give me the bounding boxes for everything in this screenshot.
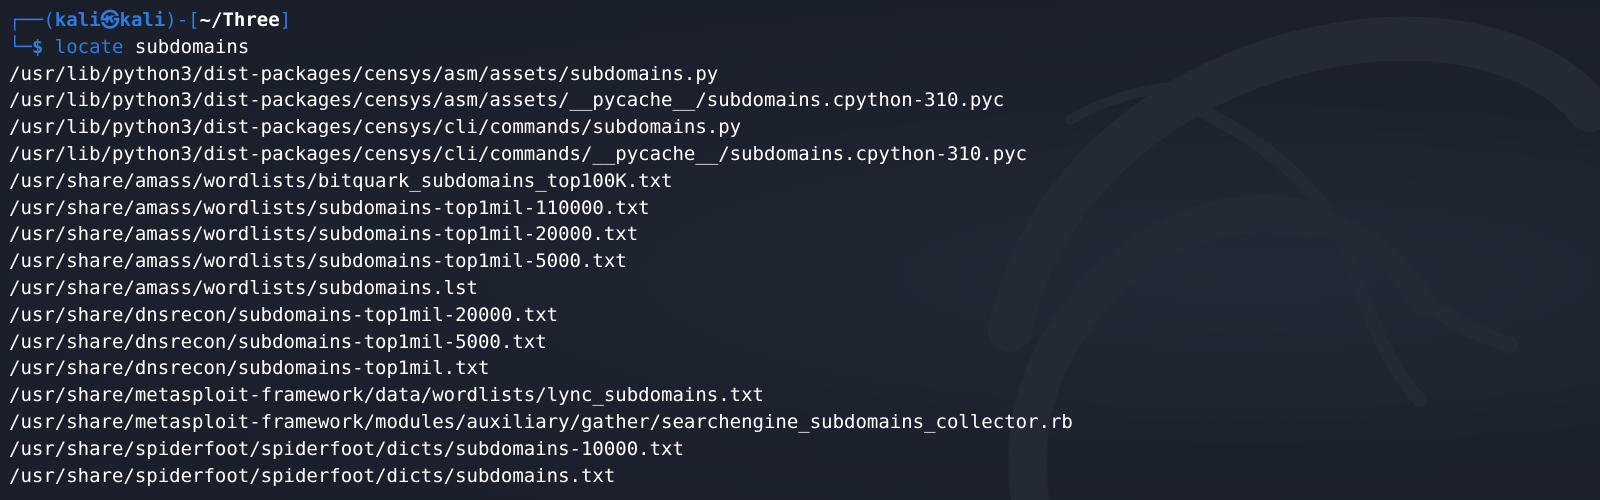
- output-line: /usr/lib/python3/dist-packages/censys/as…: [9, 62, 719, 85]
- output-line: /usr/share/amass/wordlists/subdomains-to…: [9, 223, 639, 246]
- prompt-line-command: └─$ locate subdomains: [9, 34, 1600, 61]
- prompt-line-top: ┌──(kali㉿kali)-[~/Three]: [9, 7, 1600, 34]
- terminal-window[interactable]: ┌──(kali㉿kali)-[~/Three] └─$ locate subd…: [0, 0, 1600, 500]
- output-line: /usr/share/amass/wordlists/subdomains-to…: [9, 250, 627, 273]
- prompt-frame-mid: )-[: [165, 9, 200, 31]
- output-line: /usr/lib/python3/dist-packages/censys/cl…: [9, 116, 742, 139]
- output-line: /usr/share/spiderfoot/spiderfoot/dicts/s…: [9, 437, 684, 460]
- prompt-frame-bottom: └─: [9, 35, 32, 58]
- output-line: /usr/share/dnsrecon/subdomains-top1mil-5…: [9, 330, 547, 353]
- output-line: /usr/lib/python3/dist-packages/censys/cl…: [9, 142, 1028, 165]
- prompt-frame-open: ┌──(: [9, 9, 55, 31]
- output-line: /usr/share/metasploit-framework/modules/…: [9, 410, 1073, 433]
- prompt-cwd: ~/Three: [199, 9, 280, 31]
- output-line: /usr/share/amass/wordlists/bitquark_subd…: [9, 169, 673, 192]
- output-line: /usr/share/dnsrecon/subdomains-top1mil.t…: [9, 357, 490, 380]
- output-line: /usr/share/amass/wordlists/subdomains.ls…: [9, 276, 478, 299]
- terminal-content: ┌──(kali㉿kali)-[~/Three] └─$ locate subd…: [9, 7, 1600, 489]
- command-argument: subdomains: [134, 35, 250, 58]
- prompt-frame-close: ]: [279, 9, 292, 31]
- output-line: /usr/share/metasploit-framework/data/wor…: [9, 384, 764, 407]
- prompt-user-host: kali㉿kali: [54, 9, 166, 31]
- output-line: /usr/lib/python3/dist-packages/censys/as…: [9, 89, 1005, 112]
- command-name: locate: [54, 35, 124, 58]
- output-line: /usr/share/spiderfoot/spiderfoot/dicts/s…: [9, 464, 616, 487]
- prompt-dollar: $: [31, 35, 44, 58]
- output-line: /usr/share/dnsrecon/subdomains-top1mil-2…: [9, 303, 559, 326]
- output-line: /usr/share/amass/wordlists/subdomains-to…: [9, 196, 650, 219]
